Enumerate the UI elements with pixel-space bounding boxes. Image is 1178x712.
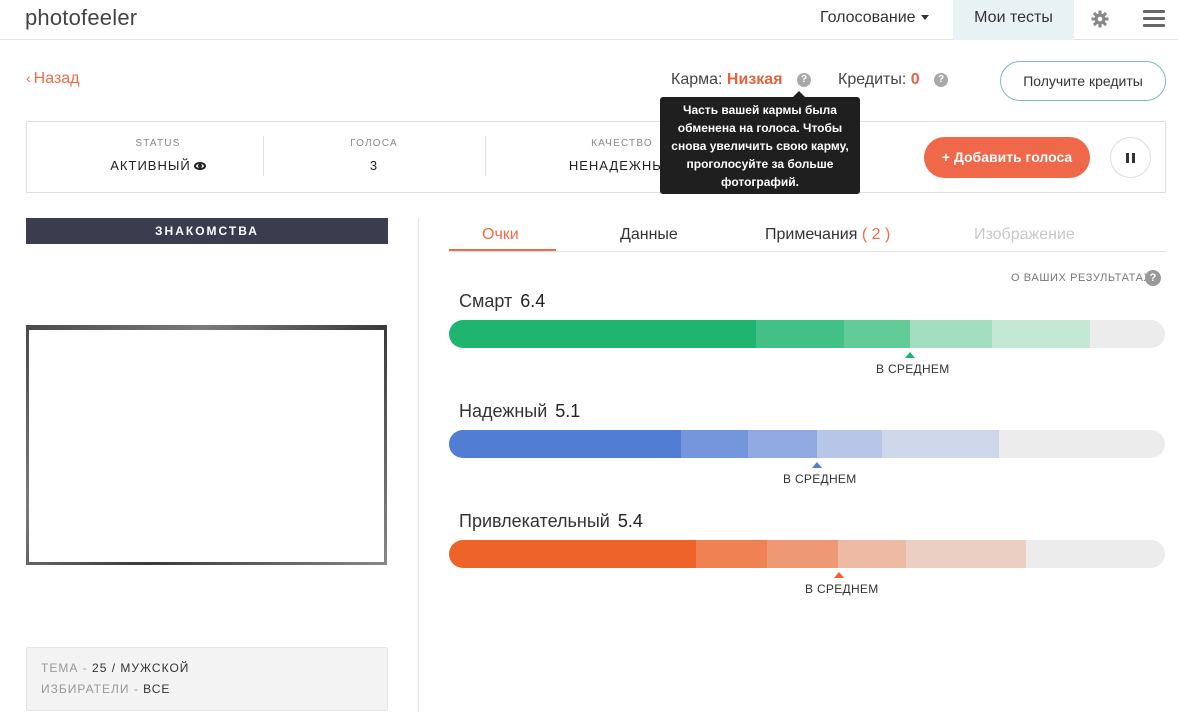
- average-marker: [812, 462, 822, 468]
- separator: -: [129, 682, 144, 696]
- score-bar-band: [681, 430, 749, 458]
- score-bar-smart: [449, 320, 1165, 348]
- karma-value: Низкая: [726, 71, 783, 88]
- karma-help-icon[interactable]: ?: [797, 73, 811, 87]
- divider: [263, 136, 264, 176]
- tab-data[interactable]: Данные: [620, 226, 678, 244]
- pause-button[interactable]: [1110, 137, 1151, 178]
- score-bar-band: [906, 540, 1026, 568]
- score-name: Смарт: [459, 291, 513, 311]
- get-credits-button[interactable]: Получите кредиты: [1000, 61, 1166, 101]
- score-bar-band: [838, 540, 907, 568]
- divider: [485, 136, 486, 176]
- score-name: Привлекательный: [459, 511, 610, 531]
- score-bar-band: [992, 320, 1090, 348]
- hamburger-icon[interactable]: [1143, 10, 1165, 28]
- karma-label: Карма:: [671, 71, 723, 88]
- stat-status: STATUS АКТИВНЫЙ: [83, 138, 233, 173]
- results-tabs: Очки Данные Примечания ( 2 ) Изображение: [449, 218, 1166, 252]
- votes-label: ГОЛОСА: [350, 138, 398, 149]
- photo-placeholder: [29, 330, 384, 562]
- score-title-attractive: Привлекательный 5.4: [459, 511, 643, 532]
- average-label: В СРЕДНЕМ: [876, 362, 950, 376]
- subject-value: 25 / МУЖСКОЙ: [92, 661, 190, 675]
- score-bar-band: [817, 430, 883, 458]
- stat-votes: ГОЛОСА 3: [299, 138, 449, 173]
- score-value: 5.4: [617, 511, 643, 531]
- credits-label: Кредиты:: [838, 71, 907, 88]
- about-help-icon[interactable]: ?: [1145, 270, 1161, 286]
- about-results-link[interactable]: О ВАШИХ РЕЗУЛЬТАТАХ: [1011, 272, 1151, 284]
- average-marker: [905, 352, 915, 358]
- category-label: ЗНАКОМСТВА: [26, 218, 388, 244]
- average-label: В СРЕДНЕМ: [783, 472, 857, 486]
- score-value: 5.1: [555, 401, 581, 421]
- score-bar-band: [696, 540, 768, 568]
- active-tab-underline: [449, 249, 556, 251]
- status-value: АКТИВНЫЙ: [110, 158, 191, 173]
- top-nav: photofeeler Голосование Мои тесты: [0, 0, 1178, 40]
- status-label: STATUS: [135, 138, 181, 149]
- average-marker: [834, 572, 844, 578]
- status-value-row: АКТИВНЫЙ: [83, 158, 233, 173]
- back-label: Назад: [33, 70, 80, 87]
- pause-icon: [1132, 153, 1135, 163]
- nav-vote-menu[interactable]: Голосование: [820, 9, 929, 27]
- notes-count: ( 2 ): [861, 226, 891, 243]
- score-bar-attractive: [449, 540, 1165, 568]
- chevron-left-icon: ‹: [26, 70, 31, 86]
- separator: -: [78, 661, 93, 675]
- gear-icon[interactable]: [1090, 9, 1110, 29]
- score-bar-fill: [449, 540, 697, 568]
- tab-image: Изображение: [974, 226, 1075, 243]
- logo[interactable]: photofeeler: [25, 5, 137, 31]
- score-bar-band: [910, 320, 993, 348]
- voters-value: ВСЕ: [143, 682, 171, 696]
- add-votes-button[interactable]: + Добавить голоса: [924, 137, 1090, 178]
- votes-value: 3: [369, 158, 379, 173]
- score-bar-trustworthy: [449, 430, 1165, 458]
- credits-help-icon[interactable]: ?: [934, 73, 948, 87]
- subject-label: ТЕМА: [41, 661, 79, 675]
- score-bar-band: [767, 540, 839, 568]
- score-value: 6.4: [520, 291, 546, 311]
- subject-row: ТЕМА - 25 / МУЖСКОЙ: [41, 661, 189, 675]
- nav-vote-label: Голосование: [820, 9, 916, 26]
- test-photo: [26, 325, 387, 565]
- score-bar-fill: [449, 320, 757, 348]
- status-panel: STATUS АКТИВНЫЙ ГОЛОСА 3 КАЧЕСТВО НЕНАДЕ…: [26, 121, 1166, 193]
- caret-down-icon: [920, 15, 929, 21]
- eye-icon[interactable]: [193, 162, 206, 170]
- score-bar-band: [844, 320, 911, 348]
- score-bar-fill: [449, 430, 682, 458]
- credits-value: 0: [910, 71, 920, 88]
- karma-status: Карма: Низкая: [671, 71, 783, 89]
- credits-status: Кредиты: 0: [838, 71, 920, 89]
- score-title-smart: Смарт 6.4: [459, 291, 545, 312]
- score-bar-band: [756, 320, 845, 348]
- column-divider: [418, 218, 419, 712]
- tab-notes[interactable]: Примечания ( 2 ): [765, 226, 890, 244]
- score-title-trustworthy: Надежный 5.1: [459, 401, 580, 422]
- back-link[interactable]: ‹ Назад: [26, 70, 80, 88]
- tab-scores[interactable]: Очки: [482, 226, 519, 244]
- voters-label: ИЗБИРАТЕЛИ: [41, 682, 130, 696]
- score-name: Надежный: [459, 401, 548, 421]
- voters-row: ИЗБИРАТЕЛИ - ВСЕ: [41, 682, 170, 696]
- score-bar-band: [882, 430, 999, 458]
- pause-icon: [1126, 153, 1129, 163]
- nav-my-tests[interactable]: Мои тесты: [953, 0, 1074, 40]
- karma-tooltip: Часть вашей кармы была обменена на голос…: [660, 91, 860, 194]
- test-info-box: ТЕМА - 25 / МУЖСКОЙ ИЗБИРАТЕЛИ - ВСЕ: [26, 647, 388, 711]
- tab-notes-label: Примечания: [765, 226, 858, 243]
- score-bar-band: [748, 430, 818, 458]
- average-label: В СРЕДНЕМ: [805, 582, 879, 596]
